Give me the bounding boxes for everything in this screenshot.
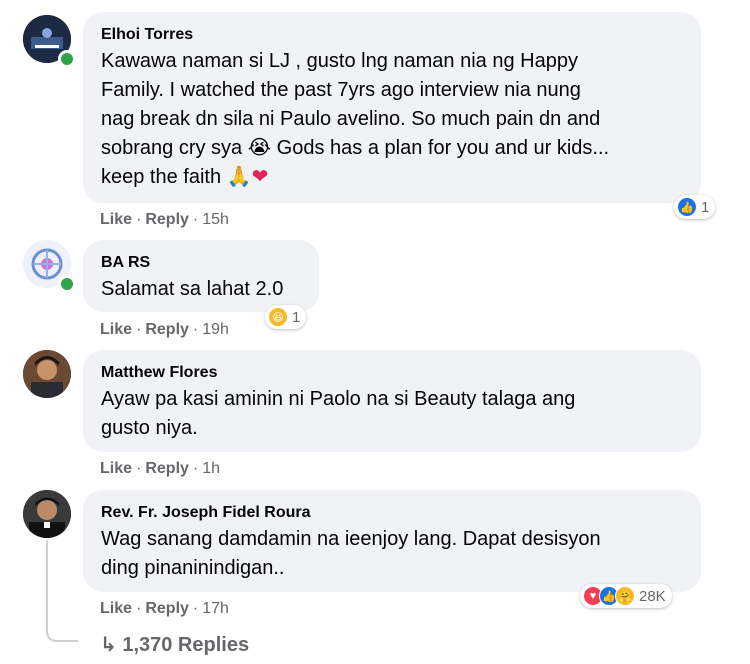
timestamp[interactable]: 15h	[202, 211, 229, 228]
comment-text: Ayaw pa kasi aminin ni Paolo na si Beaut…	[101, 385, 683, 443]
comment-author[interactable]: Matthew Flores	[101, 363, 683, 383]
comment-line: Salamat sa lahat 2.0	[101, 278, 284, 300]
reply-thread-line	[46, 540, 78, 642]
like-icon: 👍	[677, 197, 697, 217]
like-button[interactable]: Like	[100, 321, 132, 338]
comment-bubble: BA RS Salamat sa lahat 2.0	[83, 240, 319, 312]
comment-line: nag break dn sila ni Paulo avelino. So m…	[101, 108, 601, 130]
separator: ·	[136, 321, 142, 338]
care-icon: 🤗	[615, 586, 635, 606]
timestamp[interactable]: 1h	[202, 460, 220, 477]
online-status-dot	[58, 50, 76, 68]
reply-button[interactable]: Reply	[145, 460, 189, 477]
separator: ·	[192, 600, 199, 617]
comment-line: sobrang cry sya 😭 Gods has a plan for yo…	[101, 134, 683, 163]
comment-line: ding pinaninindigan..	[101, 557, 285, 579]
separator: ·	[136, 211, 142, 228]
separator: ·	[192, 211, 199, 228]
reaction-count: 1	[701, 198, 710, 216]
avatar[interactable]	[23, 350, 71, 398]
like-button[interactable]: Like	[100, 211, 132, 228]
comment-text: Wag sanang damdamin na ieenjoy lang. Dap…	[101, 525, 683, 583]
reply-button[interactable]: Reply	[145, 211, 189, 228]
comment-bubble: Rev. Fr. Joseph Fidel Roura Wag sanang d…	[83, 490, 701, 592]
comment-author[interactable]: Rev. Fr. Joseph Fidel Roura	[101, 503, 683, 523]
comment-bubble: Elhoi Torres Kawawa naman si LJ , gusto …	[83, 12, 701, 203]
reaction-summary[interactable]: 😆 1	[265, 305, 307, 329]
online-status-dot	[58, 275, 76, 293]
haha-icon: 😆	[268, 307, 288, 327]
comment-line-part: sobrang cry sya	[101, 137, 243, 159]
view-replies-link[interactable]: ↳ 1,370 Replies	[100, 632, 249, 657]
comment-line: keep the faith 🙏❤	[101, 163, 683, 192]
comment-actions: Like · Reply · 1h	[100, 460, 220, 478]
comment-line: gusto niya.	[101, 417, 198, 439]
comment-bubble: Matthew Flores Ayaw pa kasi aminin ni Pa…	[83, 350, 701, 452]
reaction-count: 1	[292, 308, 301, 326]
separator: ·	[136, 600, 142, 617]
avatar-image	[23, 350, 71, 398]
crying-emoji: 😭	[247, 137, 272, 159]
reply-button[interactable]: Reply	[145, 600, 189, 617]
comment-text: Salamat sa lahat 2.0	[101, 275, 301, 304]
avatar[interactable]	[23, 490, 71, 538]
reaction-summary[interactable]: 👍 1	[674, 195, 716, 219]
comment-line: Family. I watched the past 7yrs ago inte…	[101, 79, 581, 101]
reaction-count: 28K	[639, 587, 666, 605]
comment-actions: Like · Reply · 19h	[100, 321, 229, 339]
comment-line: Wag sanang damdamin na ieenjoy lang. Dap…	[101, 528, 601, 550]
like-button[interactable]: Like	[100, 600, 132, 617]
comment-actions: Like · Reply · 17h	[100, 600, 229, 618]
avatar-image	[23, 490, 71, 538]
timestamp[interactable]: 17h	[202, 600, 229, 617]
separator: ·	[192, 321, 199, 338]
timestamp[interactable]: 19h	[202, 321, 229, 338]
separator: ·	[192, 460, 199, 477]
comment-author[interactable]: BA RS	[101, 253, 301, 273]
heart-emoji: ❤	[251, 166, 269, 188]
comment-line-part: keep the faith	[101, 166, 222, 188]
comment-text: Kawawa naman si LJ , gusto lng naman nia…	[101, 47, 683, 192]
comment-actions: Like · Reply · 15h	[100, 211, 229, 229]
pray-emoji: 🙏	[226, 166, 252, 188]
comment-author[interactable]: Elhoi Torres	[101, 25, 683, 45]
separator: ·	[136, 460, 142, 477]
reply-button[interactable]: Reply	[145, 321, 189, 338]
like-button[interactable]: Like	[100, 460, 132, 477]
comment-line-part: Gods has a plan for you and ur kids...	[276, 137, 610, 159]
reaction-summary[interactable]: ♥ 👍 🤗 28K	[580, 584, 672, 608]
comment-line: Kawawa naman si LJ , gusto lng naman nia…	[101, 50, 578, 72]
comment-line: Ayaw pa kasi aminin ni Paolo na si Beaut…	[101, 388, 576, 410]
